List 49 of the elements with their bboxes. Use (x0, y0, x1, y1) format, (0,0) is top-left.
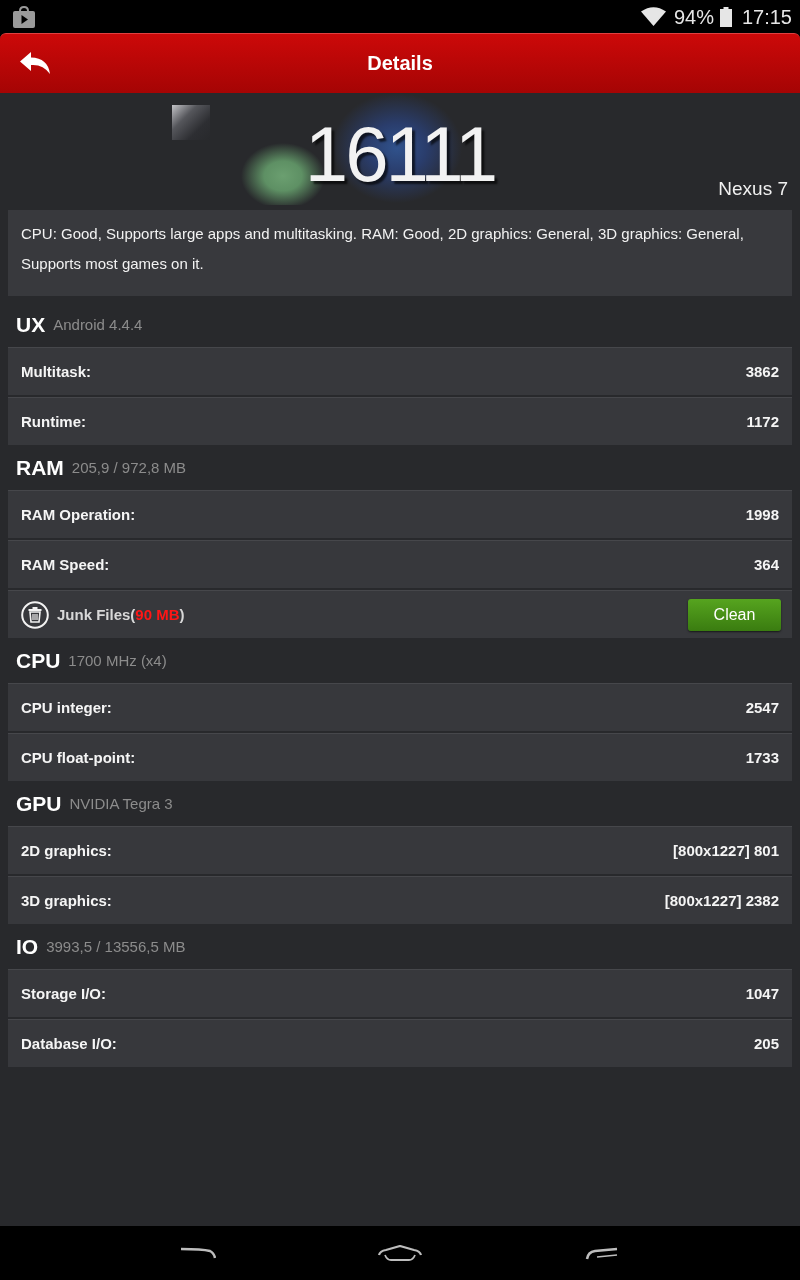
row-label: RAM Operation: (21, 506, 136, 523)
row-label: Multitask: (21, 363, 91, 380)
row-value: [800x1227] 2382 (664, 892, 779, 909)
row-label: CPU float-point: (21, 749, 136, 766)
home-icon (377, 1244, 423, 1262)
back-icon (19, 51, 51, 75)
wifi-icon (640, 7, 666, 26)
row-label: RAM Speed: (21, 556, 110, 573)
summary-text: CPU: Good, Supports large apps and multitasking. RAM: Good, 2D graphics: General, 3D graphics: General, Supports most games on it. (8, 210, 792, 296)
recent-apps-nav-button[interactable] (585, 1246, 619, 1260)
section-title: CPU (16, 648, 61, 673)
shopping-bag-icon (12, 5, 36, 28)
back-icon (180, 1247, 216, 1259)
row-value: 1998 (745, 506, 779, 523)
section-title: UX (16, 312, 46, 337)
section-subtitle: 205,9 / 972,8 MB (71, 459, 187, 476)
section-subtitle: 3993,5 / 13556,5 MB (46, 938, 186, 955)
page-title: Details (367, 52, 433, 75)
clean-button[interactable]: Clean (688, 598, 781, 631)
row-value: 1733 (745, 749, 779, 766)
section-subtitle: Android 4.4.4 (53, 316, 143, 333)
section-title: RAM (16, 455, 64, 480)
clock-time: 17:15 (741, 6, 792, 27)
row-value: 1172 (746, 413, 779, 430)
section-title: IO (16, 934, 39, 959)
battery-percent: 94% (673, 6, 714, 27)
back-nav-button[interactable] (180, 1247, 216, 1259)
row-value: 364 (753, 556, 779, 573)
row-label: CPU integer: (21, 699, 112, 716)
row-label: Runtime: (21, 413, 86, 430)
trash-icon (21, 600, 49, 629)
junk-files-label: Junk Files(90 MB) (57, 606, 185, 623)
row-label: 2D graphics: (21, 842, 112, 859)
row-label: 3D graphics: (21, 892, 112, 909)
row-value: [800x1227] 801 (673, 842, 779, 859)
row-value: 205 (753, 1035, 779, 1052)
row-label: Database I/O: (21, 1035, 117, 1052)
row-value: 2547 (745, 699, 779, 716)
section-subtitle: NVIDIA Tegra 3 (69, 795, 173, 812)
recent-apps-icon (585, 1246, 619, 1260)
row-label: Storage I/O: (21, 985, 106, 1002)
row-value: 1047 (745, 985, 779, 1002)
section-subtitle: 1700 MHz (x4) (68, 652, 167, 669)
section-title: GPU (16, 791, 62, 816)
row-value: 3862 (745, 363, 779, 380)
battery-icon (719, 6, 732, 27)
score-value: 16111 (304, 114, 496, 194)
home-nav-button[interactable] (377, 1244, 423, 1262)
device-name: Nexus 7 (718, 178, 788, 200)
